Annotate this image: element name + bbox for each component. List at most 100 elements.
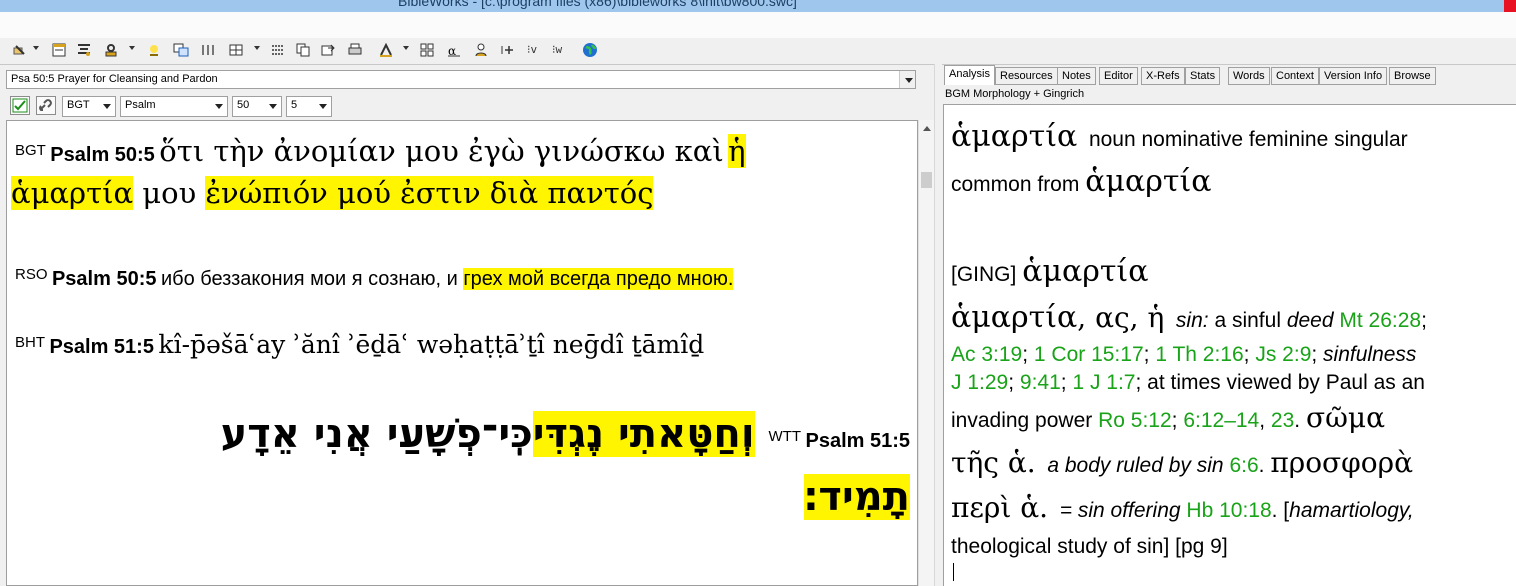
book-select-value: Psalm	[125, 99, 156, 111]
scroll-thumb[interactable]	[921, 172, 932, 188]
search-tools-icon[interactable]	[12, 42, 28, 58]
verse-selector[interactable]: Psa 50:5 Prayer for Cleansing and Pardon	[6, 70, 916, 89]
chevron-down-icon	[215, 104, 223, 109]
verse-highlight[interactable]: תָמִיד׃	[803, 474, 910, 520]
version-label: WTT	[768, 428, 802, 445]
globe-icon[interactable]	[582, 42, 598, 58]
tab-x-refs[interactable]: X-Refs	[1141, 67, 1185, 85]
ev-label[interactable]: ⁝v	[527, 43, 537, 56]
verse-highlight[interactable]: ἐνώπιόν μού ἐστιν διὰ παντός	[205, 176, 654, 210]
menu-bar	[0, 12, 1516, 39]
add-icon[interactable]	[500, 42, 516, 58]
separator: ;	[1421, 309, 1427, 332]
verse-text[interactable]: μου	[133, 176, 205, 210]
version-select[interactable]: BGT	[62, 96, 116, 117]
scripture-link[interactable]: 1 Cor 15:17	[1034, 343, 1144, 366]
check-icon	[12, 98, 28, 113]
verse-reference[interactable]: Psalm 50:5	[50, 144, 155, 166]
setup-icon[interactable]	[103, 42, 119, 58]
verse-select[interactable]: 5	[286, 96, 332, 117]
scripture-link[interactable]: J 1:29	[951, 371, 1008, 394]
text-cursor	[953, 563, 954, 581]
tab-analysis[interactable]: Analysis	[944, 65, 995, 85]
link-button[interactable]	[36, 96, 56, 115]
tab-stats[interactable]: Stats	[1185, 67, 1221, 85]
verse-reference[interactable]: Psalm 50:5	[52, 268, 157, 290]
main-toolbar: α ⁝v ⁝w	[0, 38, 1516, 65]
check-button[interactable]	[10, 96, 30, 115]
gloss: deed	[1286, 309, 1334, 332]
scripture-link[interactable]: 1 J 1:7	[1072, 371, 1135, 394]
tab-context[interactable]: Context	[1271, 67, 1319, 85]
tab-notes[interactable]: Notes	[1057, 67, 1096, 85]
layout-icon[interactable]	[419, 42, 435, 58]
analysis-line: invading power Ro 5:12; 6:12–14, 23. σῶμ…	[951, 401, 1386, 434]
verse-select-value: 5	[291, 99, 298, 111]
lemma-word: ἁμαρτία	[1085, 164, 1212, 199]
verse-bgt-line2: ἁμαρτία μου ἐνώπιόν μού ἐστιν διὰ παντός	[11, 176, 654, 210]
tab-resources[interactable]: Resources	[995, 67, 1058, 85]
scripture-link[interactable]: 6:6	[1229, 454, 1258, 477]
scripture-link[interactable]: Js 2:9	[1255, 343, 1311, 366]
user-icon[interactable]	[473, 42, 489, 58]
scripture-link[interactable]: 23	[1271, 409, 1294, 432]
browse-scrollbar[interactable]	[918, 120, 934, 586]
gloss: sinfulness	[1323, 343, 1417, 366]
tab-browse[interactable]: Browse	[1389, 67, 1436, 85]
lexicon-icon[interactable]: α	[446, 42, 462, 58]
lamp-icon[interactable]	[146, 42, 162, 58]
scripture-link[interactable]: 9:41	[1020, 371, 1061, 394]
lemma-word: ἁμαρτία	[951, 300, 1078, 335]
greek-phrase: προσφορὰ	[1270, 446, 1413, 479]
gloss-text: invading power	[951, 409, 1099, 432]
verse-reference[interactable]: Psalm 51:5	[805, 430, 910, 452]
print-icon[interactable]	[347, 42, 363, 58]
greek-phrase: σῶμα	[1305, 401, 1386, 434]
pane-splitter[interactable]	[934, 64, 942, 586]
verse-highlight[interactable]: וְחַטָּאתִי נֶגְדִּי	[532, 411, 755, 457]
tab-version-info[interactable]: Version Info	[1319, 67, 1388, 85]
version-label: BGT	[15, 142, 46, 159]
scripture-link[interactable]: Ac 3:19	[951, 343, 1022, 366]
version-label: BHT	[15, 334, 45, 351]
gloss-text: theological study of sin] [pg 9]	[951, 535, 1228, 558]
analysis-line: τῆς ἁ. a body ruled by sin 6:6. προσφορὰ	[951, 446, 1413, 479]
greek-phrase: τῆς ἁ.	[951, 446, 1036, 479]
grid-icon[interactable]	[228, 42, 244, 58]
copy-icon[interactable]	[295, 42, 311, 58]
book-select[interactable]: Psalm	[120, 96, 228, 117]
lexicon-tag: [GING]	[951, 263, 1023, 286]
scripture-link[interactable]: Mt 26:28	[1339, 309, 1421, 332]
scripture-link[interactable]: 6:12–14	[1183, 409, 1259, 432]
verse-text[interactable]: ибо беззакония мои я сознаю, и	[161, 268, 463, 290]
options-icon[interactable]	[76, 42, 92, 58]
analysis-line: Ac 3:19; 1 Cor 15:17; 1 Th 2:16; Js 2:9;…	[951, 343, 1417, 366]
analysis-line: theological study of sin] [pg 9]	[951, 535, 1228, 559]
scripture-link[interactable]: 1 Th 2:16	[1155, 343, 1243, 366]
verse-reference[interactable]: Psalm 51:5	[49, 336, 154, 358]
browse-window-icon[interactable]	[51, 42, 67, 58]
gloss-text: a sinful	[1208, 309, 1287, 332]
windows-icon[interactable]	[173, 42, 189, 58]
text-tools-icon[interactable]	[378, 42, 394, 58]
chapter-select[interactable]: 50	[232, 96, 282, 117]
scripture-link[interactable]: Hb 10:18	[1186, 499, 1271, 522]
close-button-edge[interactable]	[1504, 0, 1516, 12]
scroll-up-icon[interactable]	[923, 126, 931, 131]
parallel-icon[interactable]	[200, 42, 216, 58]
verse-highlight[interactable]: ἁμαρτία	[11, 176, 134, 210]
chain-link-icon	[39, 99, 52, 111]
chevron-down-icon	[905, 78, 913, 83]
ew-label[interactable]: ⁝w	[552, 43, 562, 56]
verse-highlight[interactable]: грех мой всегда предо мною.	[463, 268, 734, 290]
verse-text[interactable]: ὅτι τὴν ἀνομίαν μου ἐγὼ γινώσκω καὶ	[159, 134, 723, 168]
scripture-link[interactable]: Ro 5:12	[1098, 409, 1172, 432]
export-icon[interactable]	[320, 42, 336, 58]
list-icon[interactable]	[270, 42, 286, 58]
verse-text[interactable]: kî-p̄əšāʿay ʾănî ʾēḏāʿ wəḥaṭṭāʾṯî neḡdî …	[158, 330, 704, 359]
morph-desc: common from	[951, 173, 1086, 196]
tab-words[interactable]: Words	[1228, 67, 1270, 85]
analysis-line: ἁμαρτία noun nominative feminine singula…	[951, 119, 1408, 154]
tab-editor[interactable]: Editor	[1099, 67, 1138, 85]
verse-highlight[interactable]: ἡ	[728, 134, 746, 168]
